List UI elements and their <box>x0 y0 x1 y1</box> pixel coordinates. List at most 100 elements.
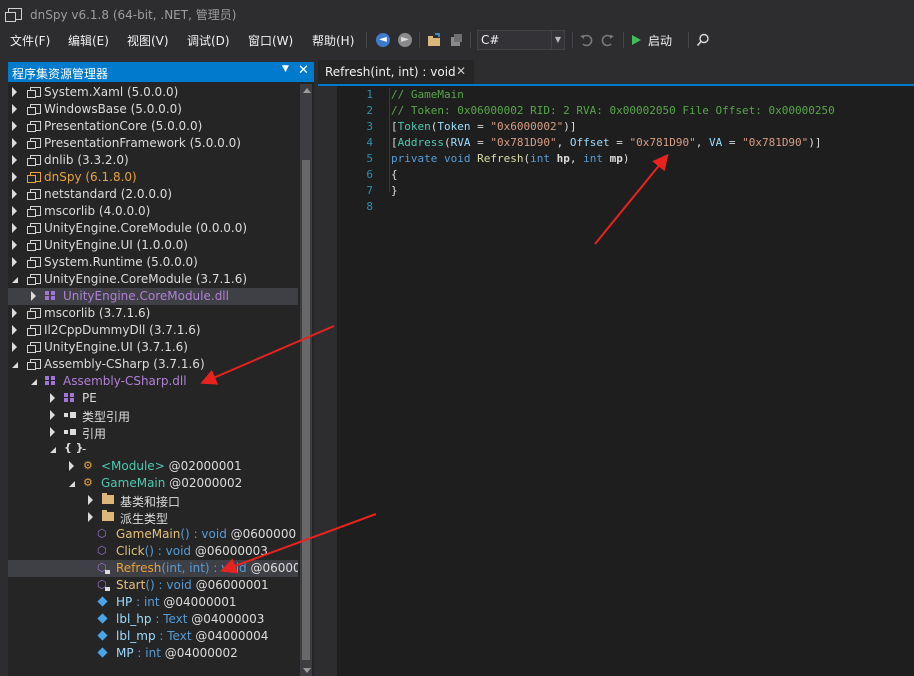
menu-help[interactable]: 帮助(H) <box>312 32 354 49</box>
menu-window[interactable]: 窗口(W) <box>248 32 293 49</box>
collapsed-toggle-icon[interactable] <box>12 308 17 318</box>
menu-edit[interactable]: 编辑(E) <box>68 32 109 49</box>
tree-node[interactable]: System.Runtime (5.0.0.0) <box>8 254 298 271</box>
language-select[interactable]: C# ▼ <box>477 30 565 50</box>
tree-node[interactable]: { } - <box>8 441 298 458</box>
tree-node[interactable]: 类型引用 <box>8 407 298 424</box>
collapsed-toggle-icon[interactable] <box>12 206 17 216</box>
expanded-toggle-icon[interactable] <box>12 277 18 283</box>
code-editor[interactable]: 1 // GameMain 2 // Token: 0x06000002 RID: 2… <box>337 86 914 676</box>
tree-node[interactable]: ⚙ <Module> @02000001 <box>8 458 298 475</box>
tree-node[interactable]: 基类和接口 <box>8 492 298 509</box>
assembly-tree[interactable]: System.Xaml (5.0.0.0) WindowsBase (5.0.0.… <box>8 84 298 676</box>
tree-node[interactable]: 派生类型 <box>8 509 298 526</box>
tree-node[interactable]: lbl_mp : Text @04000004 <box>8 628 298 645</box>
tree-node[interactable]: PE <box>8 390 298 407</box>
menu-view[interactable]: 视图(V) <box>127 32 169 49</box>
collapsed-toggle-icon[interactable] <box>12 138 17 148</box>
toolbar-separator <box>572 32 573 48</box>
tree-node[interactable]: PresentationCore (5.0.0.0) <box>8 118 298 135</box>
document-tab[interactable]: Refresh(int, int) : void ✕ <box>318 60 474 84</box>
expanded-toggle-icon[interactable] <box>69 481 75 487</box>
panel-menu-icon[interactable]: ▼ <box>282 64 289 74</box>
code-token: )] <box>808 136 822 149</box>
save-button[interactable] <box>448 30 464 50</box>
scroll-up-icon[interactable] <box>303 88 311 93</box>
tree-node[interactable]: lbl_hp : Text @04000003 <box>8 611 298 628</box>
tree-node[interactable]: mscorlib (3.7.1.6) <box>8 305 298 322</box>
panel-header: 程序集资源管理器 ▼ ✕ <box>8 62 314 82</box>
collapsed-toggle-icon[interactable] <box>12 87 17 97</box>
collapsed-toggle-icon[interactable] <box>12 189 17 199</box>
collapsed-toggle-icon[interactable] <box>12 257 17 267</box>
collapsed-toggle-icon[interactable] <box>12 155 17 165</box>
tree-node[interactable]: UnityEngine.UI (3.7.1.6) <box>8 339 298 356</box>
tree-node[interactable]: ⚙ GameMain @02000002 <box>8 475 298 492</box>
tree-node[interactable]: UnityEngine.CoreModule.dll <box>8 288 298 305</box>
tree-node[interactable]: UnityEngine.CoreModule (3.7.1.6) <box>8 271 298 288</box>
collapsed-toggle-icon[interactable] <box>50 427 55 437</box>
collapsed-toggle-icon[interactable] <box>12 172 17 182</box>
assembly-icon <box>27 121 41 132</box>
collapsed-toggle-icon[interactable] <box>31 291 36 301</box>
tree-node[interactable]: Assembly-CSharp.dll <box>8 373 298 390</box>
tree-node[interactable]: Il2CppDummyDll (3.7.1.6) <box>8 322 298 339</box>
tab-close-icon[interactable]: ✕ <box>456 64 466 78</box>
tree-node-label: lbl_mp : Text @04000004 <box>116 629 268 643</box>
tree-scroll-thumb[interactable] <box>302 160 310 660</box>
open-button[interactable] <box>426 30 442 50</box>
redo-button[interactable] <box>600 30 616 50</box>
tree-node[interactable]: 引用 <box>8 424 298 441</box>
collapsed-toggle-icon[interactable] <box>50 393 55 403</box>
start-debug-button[interactable]: 启动 <box>630 30 682 50</box>
collapsed-toggle-icon[interactable] <box>50 410 55 420</box>
forward-button[interactable]: ► <box>397 30 413 50</box>
code-token: VA <box>708 136 723 149</box>
tree-node[interactable]: WindowsBase (5.0.0.0) <box>8 101 298 118</box>
code-token: = <box>722 136 743 149</box>
tree-node[interactable]: ⬡ GameMain() : void @0600000 <box>8 526 298 543</box>
scroll-down-icon[interactable] <box>303 668 311 673</box>
node-token: @06000003 <box>191 544 268 558</box>
tree-node[interactable]: PresentationFramework (5.0.0.0) <box>8 135 298 152</box>
collapsed-toggle-icon[interactable] <box>69 461 74 471</box>
back-button[interactable]: ◄ <box>375 30 391 50</box>
expanded-toggle-icon[interactable] <box>50 447 56 453</box>
expanded-toggle-icon[interactable] <box>31 379 37 385</box>
menu-file[interactable]: 文件(F) <box>10 32 50 49</box>
tree-node[interactable]: System.Xaml (5.0.0.0) <box>8 84 298 101</box>
search-button[interactable] <box>695 30 711 50</box>
tree-node[interactable]: HP : int @04000001 <box>8 594 298 611</box>
tree-node[interactable]: UnityEngine.CoreModule (0.0.0.0) <box>8 220 298 237</box>
collapsed-toggle-icon[interactable] <box>12 223 17 233</box>
tree-node[interactable]: mscorlib (4.0.0.0) <box>8 203 298 220</box>
collapsed-toggle-icon[interactable] <box>12 342 17 352</box>
node-name: UnityEngine.UI (3.7.1.6) <box>44 340 188 354</box>
collapsed-toggle-icon[interactable] <box>12 104 17 114</box>
node-name: System.Xaml (5.0.0.0) <box>44 85 179 99</box>
tree-node[interactable]: UnityEngine.UI (1.0.0.0) <box>8 237 298 254</box>
menu-debug[interactable]: 调试(D) <box>187 32 230 49</box>
tree-node[interactable]: netstandard (2.0.0.0) <box>8 186 298 203</box>
undo-button[interactable] <box>578 30 594 50</box>
collapsed-toggle-icon[interactable] <box>12 325 17 335</box>
node-name: Assembly-CSharp.dll <box>63 374 187 388</box>
panel-close-icon[interactable]: ✕ <box>298 63 309 78</box>
tree-node[interactable]: ⬡ Click() : void @06000003 <box>8 543 298 560</box>
code-token: = <box>470 120 491 133</box>
collapsed-toggle-icon[interactable] <box>12 240 17 250</box>
expanded-toggle-icon[interactable] <box>12 362 18 368</box>
collapsed-toggle-icon[interactable] <box>12 121 17 131</box>
tree-node[interactable]: MP : int @04000002 <box>8 645 298 662</box>
node-name: 派生类型 <box>120 512 169 526</box>
node-type: : void <box>154 578 192 592</box>
class-icon: ⚙ <box>83 476 93 489</box>
collapsed-toggle-icon[interactable] <box>88 512 93 522</box>
tree-node[interactable]: dnlib (3.3.2.0) <box>8 152 298 169</box>
tree-node[interactable]: Assembly-CSharp (3.7.1.6) <box>8 356 298 373</box>
node-type: : void <box>153 544 192 558</box>
tree-node[interactable]: dnSpy (6.1.8.0) <box>8 169 298 186</box>
tree-node[interactable]: ⬡ Refresh(int, int) : void @06000 <box>8 560 298 577</box>
tree-node[interactable]: ⬡ Start() : void @06000001 <box>8 577 298 594</box>
collapsed-toggle-icon[interactable] <box>88 495 93 505</box>
